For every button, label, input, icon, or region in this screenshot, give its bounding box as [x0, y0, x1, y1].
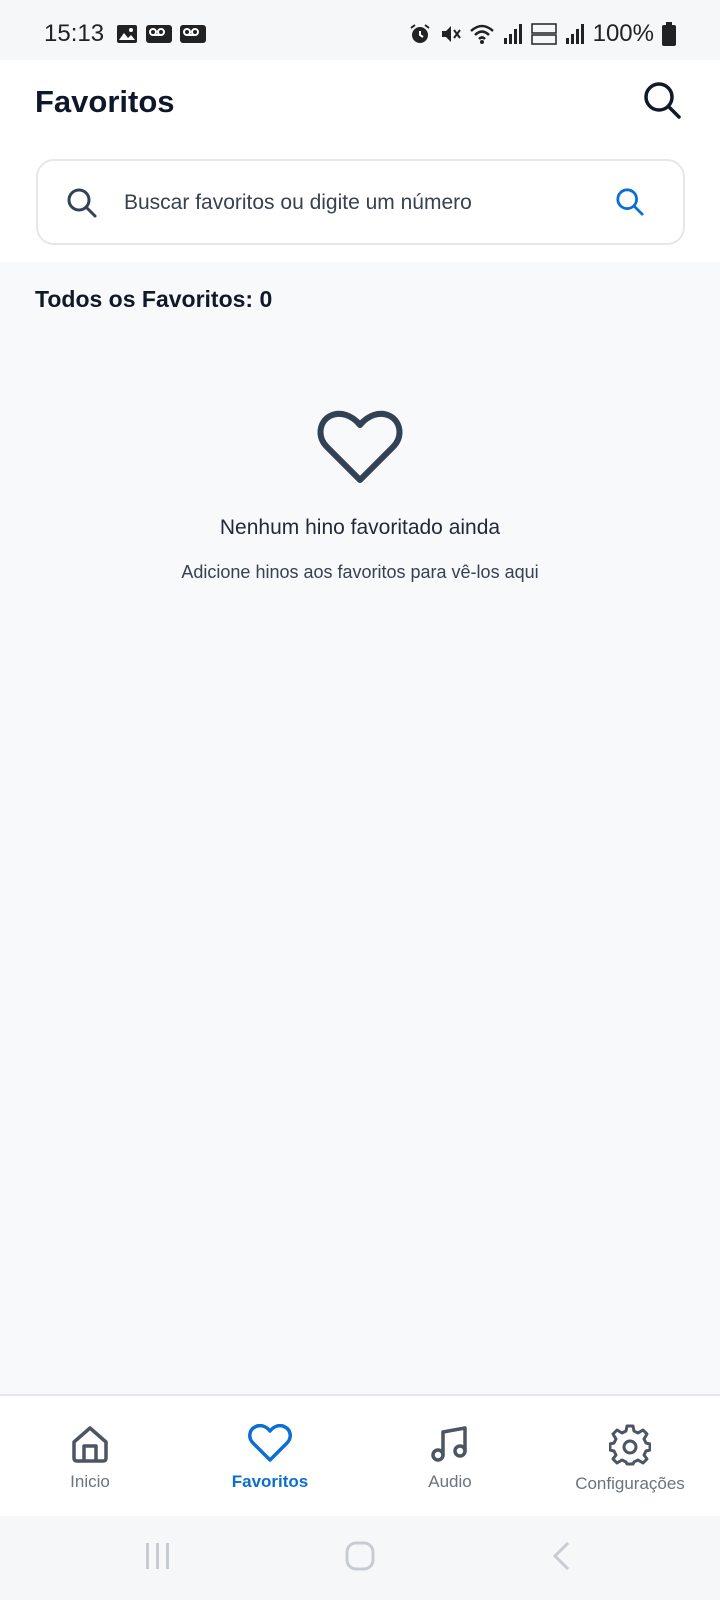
nav-label-audio: Audio	[428, 1472, 472, 1491]
home-button-icon[interactable]	[344, 1540, 376, 1572]
status-time: 15:13	[44, 20, 105, 47]
search-icon	[67, 188, 97, 218]
nav-item-favoritos[interactable]: Favoritos	[180, 1396, 360, 1516]
search-submit-icon[interactable]	[615, 187, 645, 217]
status-bar: 15:13 100%	[0, 0, 720, 60]
search-input[interactable]	[124, 181, 594, 225]
page-title: Favoritos	[35, 84, 175, 119]
nav-item-configuracoes[interactable]: Configurações	[540, 1396, 720, 1516]
music-note-icon	[431, 1426, 467, 1462]
wifi-icon	[469, 24, 494, 44]
home-icon	[72, 1426, 108, 1463]
mute-icon	[441, 26, 461, 42]
search-box	[36, 159, 685, 245]
system-nav-bar	[0, 1516, 720, 1600]
nav-label-configuracoes: Configurações	[575, 1474, 685, 1493]
signal-icon	[503, 24, 522, 44]
gallery-icon	[117, 25, 137, 43]
voicemail-icon-2	[180, 25, 206, 43]
alarm-icon	[410, 24, 430, 43]
gear-icon	[609, 1424, 651, 1466]
recent-apps-icon[interactable]	[144, 1540, 172, 1572]
nav-item-inicio[interactable]: Inicio	[0, 1396, 180, 1516]
signal-icon-2	[565, 24, 584, 44]
nav-label-favoritos: Favoritos	[231, 1472, 309, 1491]
voicemail-icon	[146, 25, 172, 43]
battery-percent: 100%	[592, 20, 654, 47]
empty-state-title: Nenhum hino favoritado ainda	[219, 516, 501, 539]
empty-state-subtitle: Adicione hinos aos favoritos para vê-los…	[181, 562, 539, 582]
status-notification-icons	[116, 24, 206, 44]
empty-state: Nenhum hino favoritado ainda Adicione hi…	[0, 410, 720, 583]
heart-outline-icon	[317, 410, 403, 483]
battery-icon	[662, 22, 676, 46]
nav-label-inicio: Inicio	[70, 1472, 110, 1491]
volte-icon	[530, 23, 557, 45]
bottom-nav: Inicio Favoritos Audio Configurações	[0, 1394, 720, 1516]
favorites-count: Todos os Favoritos: 0	[35, 286, 273, 312]
search-icon	[644, 82, 681, 119]
heart-icon	[248, 1424, 292, 1462]
back-icon[interactable]	[550, 1540, 574, 1572]
header-search-button[interactable]	[642, 80, 682, 120]
status-system-icons: 100%	[409, 20, 676, 48]
nav-item-audio[interactable]: Audio	[360, 1396, 540, 1516]
